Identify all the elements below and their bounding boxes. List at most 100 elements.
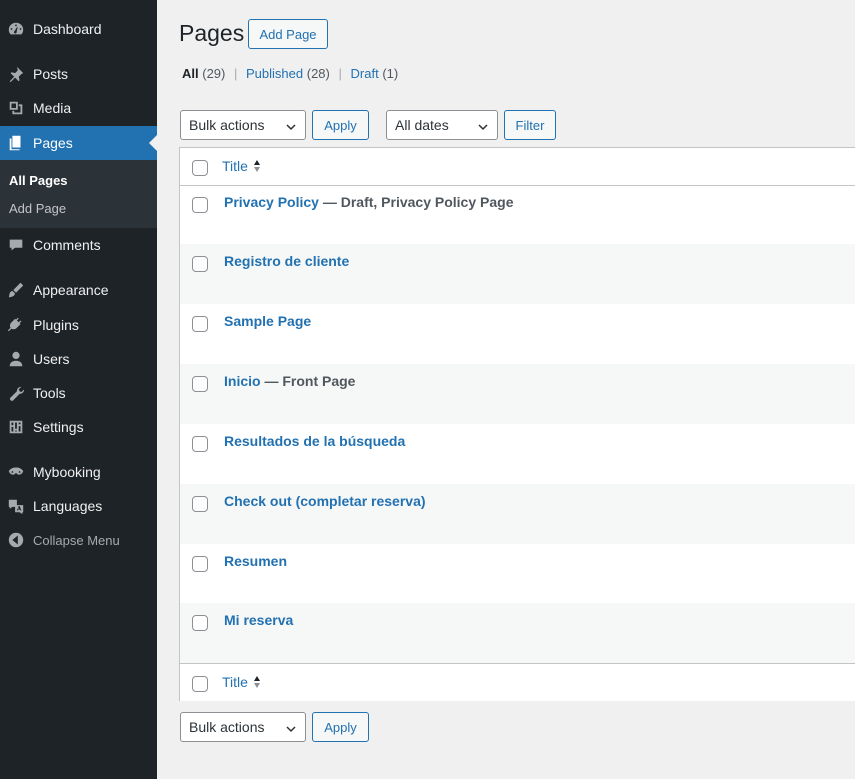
pages-table: Title Privacy Policy — Draft, Privacy Po…	[179, 147, 855, 701]
brush-icon	[6, 280, 26, 300]
menu-label: Posts	[33, 66, 69, 82]
filter-published-link[interactable]: Published	[246, 66, 303, 81]
row-checkbox[interactable]	[192, 376, 208, 392]
select-all-checkbox-footer[interactable]	[192, 676, 208, 692]
row-checkbox[interactable]	[192, 496, 208, 512]
menu-label: Mybooking	[33, 464, 101, 480]
page-title-link[interactable]: Sample Page	[224, 313, 311, 329]
row-title: Sample Page	[224, 313, 311, 329]
menu-item-tools[interactable]: Tools	[0, 376, 157, 410]
menu-item-languages[interactable]: Languages	[0, 489, 157, 523]
table-footer: Title	[180, 663, 855, 701]
page-title-link[interactable]: Resultados de la búsqueda	[224, 433, 405, 449]
menu-item-users[interactable]: Users	[0, 342, 157, 376]
collapse-icon	[6, 530, 26, 550]
chevron-down-icon	[477, 120, 489, 132]
menu-label: Media	[33, 100, 72, 116]
collapse-label: Collapse Menu	[33, 532, 120, 548]
menu-item-appearance[interactable]: Appearance	[0, 273, 157, 307]
bulk-actions-value: Bulk actions	[189, 117, 265, 133]
chevron-down-icon	[285, 722, 297, 734]
menu-label: Comments	[33, 237, 101, 253]
user-icon	[6, 349, 26, 369]
menu-item-media[interactable]: Media	[0, 91, 157, 125]
admin-sidebar: Dashboard Posts Media Pages All Pages Ad…	[0, 0, 157, 779]
menu-label: Pages	[33, 135, 73, 151]
column-title-label: Title	[222, 674, 248, 690]
translate-icon	[6, 496, 26, 516]
row-checkbox[interactable]	[192, 556, 208, 572]
menu-item-pages[interactable]: Pages	[0, 126, 157, 160]
page-title-link[interactable]: Privacy Policy	[224, 194, 319, 210]
apply-button[interactable]: Apply	[312, 110, 369, 140]
menu-item-posts[interactable]: Posts	[0, 57, 157, 91]
plug-icon	[6, 315, 26, 335]
row-title: Resultados de la búsqueda	[224, 433, 405, 449]
menu-item-settings[interactable]: Settings	[0, 410, 157, 444]
column-title-label: Title	[222, 158, 248, 174]
dashboard-icon	[6, 19, 26, 39]
filter-all-count: (29)	[202, 66, 226, 81]
separator: |	[338, 66, 342, 81]
table-row: Mi reserva	[180, 603, 855, 663]
page-title: Pages	[179, 20, 245, 46]
page-title-link[interactable]: Check out (completar reserva)	[224, 493, 426, 509]
pages-submenu: All Pages Add Page	[0, 160, 157, 228]
bulk-actions-select[interactable]: Bulk actions	[180, 110, 306, 140]
separator: |	[234, 66, 238, 81]
menu-item-plugins[interactable]: Plugins	[0, 308, 157, 342]
menu-label: Dashboard	[33, 21, 102, 37]
row-title: Resumen	[224, 553, 287, 569]
chevron-down-icon	[285, 120, 297, 132]
submenu-add-page[interactable]: Add Page	[9, 201, 66, 216]
table-row: Resumen	[180, 544, 855, 603]
table-row: Registro de cliente	[180, 244, 855, 304]
filter-draft-count: (1)	[382, 66, 399, 81]
pin-icon	[6, 64, 26, 84]
select-all-checkbox[interactable]	[192, 160, 208, 176]
menu-item-mybooking[interactable]: Mybooking	[0, 455, 157, 489]
filter-draft-link[interactable]: Draft	[351, 66, 379, 81]
page-title-link[interactable]: Resumen	[224, 553, 287, 569]
menu-label: Tools	[33, 385, 66, 401]
table-row: Sample Page	[180, 304, 855, 364]
row-checkbox[interactable]	[192, 316, 208, 332]
menu-label: Appearance	[33, 282, 109, 298]
status-filter-links: All (29) | Published (28) | Draft (1)	[182, 66, 398, 81]
row-checkbox[interactable]	[192, 436, 208, 452]
table-header: Title	[180, 148, 855, 186]
sort-icon	[253, 160, 260, 172]
menu-item-dashboard[interactable]: Dashboard	[0, 12, 157, 46]
table-row: Privacy Policy — Draft, Privacy Policy P…	[180, 185, 855, 244]
table-row: Resultados de la búsqueda	[180, 424, 855, 484]
filter-all-link[interactable]: All	[182, 66, 199, 81]
post-state: — Draft, Privacy Policy Page	[318, 194, 514, 210]
menu-item-comments[interactable]: Comments	[0, 228, 157, 262]
table-row: Check out (completar reserva)	[180, 484, 855, 544]
dates-value: All dates	[395, 117, 449, 133]
page-title-link[interactable]: Inicio	[224, 373, 261, 389]
title-column-footer[interactable]: Title	[222, 674, 261, 690]
page-title-link[interactable]: Mi reserva	[224, 612, 293, 628]
filter-button[interactable]: Filter	[504, 110, 556, 140]
bulk-actions-select-bottom[interactable]: Bulk actions	[180, 712, 306, 742]
page-title-link[interactable]: Registro de cliente	[224, 253, 349, 269]
row-checkbox[interactable]	[192, 256, 208, 272]
row-checkbox[interactable]	[192, 615, 208, 631]
post-state: — Front Page	[260, 373, 356, 389]
row-title: Privacy Policy — Draft, Privacy Policy P…	[224, 194, 513, 210]
comment-icon	[6, 235, 26, 255]
row-checkbox[interactable]	[192, 197, 208, 213]
menu-label: Languages	[33, 498, 103, 514]
submenu-all-pages[interactable]: All Pages	[9, 173, 68, 188]
row-title: Check out (completar reserva)	[224, 493, 426, 509]
collapse-menu-button[interactable]: Collapse Menu	[0, 523, 157, 557]
bulk-actions-value: Bulk actions	[189, 719, 265, 735]
title-column-header[interactable]: Title	[222, 158, 261, 174]
menu-label: Settings	[33, 419, 84, 435]
add-page-button[interactable]: Add Page	[248, 19, 328, 49]
wrench-icon	[6, 383, 26, 403]
apply-button-bottom[interactable]: Apply	[312, 712, 369, 742]
dates-select[interactable]: All dates	[386, 110, 498, 140]
row-title: Mi reserva	[224, 612, 293, 628]
